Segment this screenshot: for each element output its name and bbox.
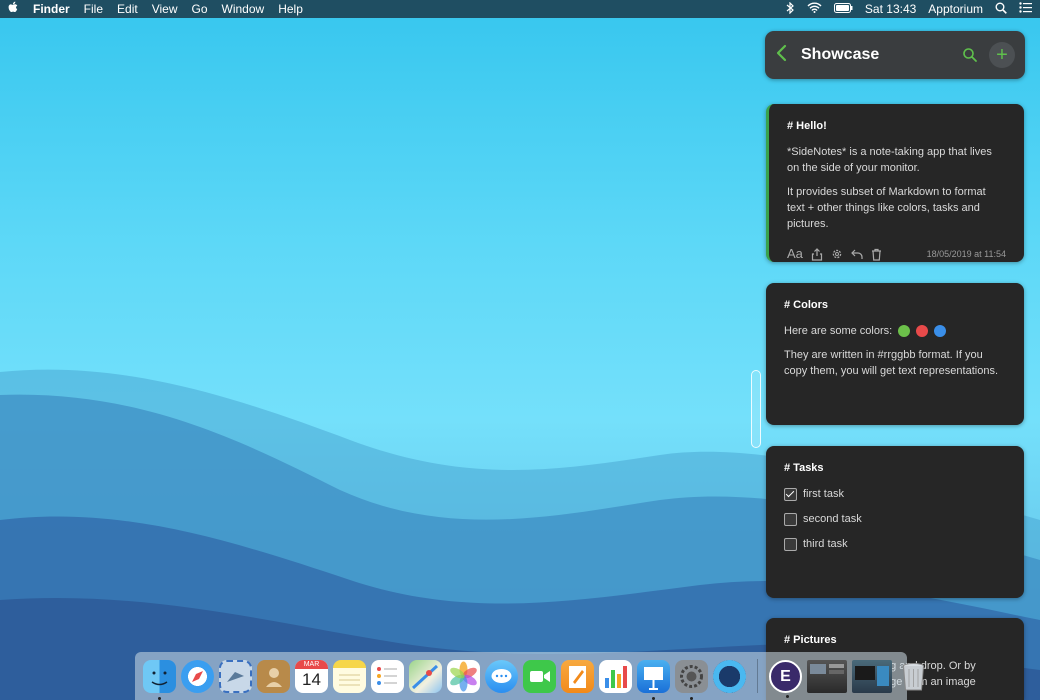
task-checkbox[interactable] (784, 487, 797, 501)
add-note-button[interactable]: + (989, 42, 1015, 68)
running-indicator (786, 694, 789, 698)
colors-intro: Here are some colors: (784, 325, 893, 337)
share-icon[interactable] (811, 247, 823, 261)
color-swatch-red[interactable] (916, 325, 929, 338)
keynote-icon[interactable] (637, 659, 670, 700)
quicktime-icon[interactable] (713, 659, 746, 693)
task-item[interactable]: second task (784, 511, 1006, 527)
note-toolbar: Aa 18/05/2019 at 11:54 (787, 246, 1006, 262)
note-paragraph: It provides subset of Markdown to format… (787, 186, 986, 230)
maps-icon[interactable] (409, 659, 442, 693)
font-format-button[interactable]: Aa (787, 246, 803, 262)
bluetooth-icon[interactable] (786, 1, 795, 17)
screenshot-thumbnail-icon[interactable] (852, 659, 892, 693)
menu-go[interactable]: Go (192, 2, 208, 16)
note-card-colors[interactable]: # Colors Here are some colors: They are … (766, 283, 1024, 425)
e-app-icon[interactable]: E (769, 659, 802, 698)
task-label: second task (803, 513, 862, 525)
menu-view[interactable]: View (152, 2, 178, 16)
dock: MAR 14 E (135, 652, 924, 700)
calendar-month: MAR (295, 659, 328, 669)
menu-help[interactable]: Help (278, 2, 303, 16)
mail-icon[interactable] (219, 659, 252, 693)
panel-drag-handle[interactable] (751, 370, 761, 448)
note-paragraph: Here are some colors: (784, 323, 1006, 339)
gear-icon[interactable] (831, 248, 843, 260)
menu-clock[interactable]: Sat 13:43 (865, 2, 916, 16)
messages-icon[interactable] (485, 659, 518, 693)
apple-menu-icon[interactable] (8, 1, 19, 17)
note-title: # Colors (784, 299, 829, 311)
task-label: first task (803, 488, 844, 500)
numbers-icon[interactable] (599, 659, 632, 693)
battery-icon[interactable] (833, 2, 853, 16)
reminders-icon[interactable] (371, 659, 404, 693)
system-preferences-icon[interactable] (675, 659, 708, 700)
task-checkbox[interactable] (784, 537, 797, 551)
wifi-icon[interactable] (807, 2, 822, 16)
contacts-icon[interactable] (257, 659, 290, 693)
safari-icon[interactable] (181, 659, 214, 693)
note-title: # Tasks (784, 462, 824, 474)
dock-separator (757, 659, 758, 693)
menu-user[interactable]: Apptorium (928, 2, 983, 16)
finder-icon[interactable] (143, 659, 176, 700)
trash-icon[interactable] (897, 660, 930, 693)
menu-app-name[interactable]: Finder (33, 2, 70, 16)
running-indicator (158, 696, 161, 700)
calendar-icon[interactable]: MAR 14 (295, 659, 328, 693)
note-paragraph: *SideNotes* is a note-taking app that li… (787, 146, 992, 174)
task-item[interactable]: first task (784, 486, 1006, 502)
undo-icon[interactable] (851, 249, 863, 260)
calendar-day: 14 (302, 669, 321, 689)
menu-file[interactable]: File (84, 2, 103, 16)
task-item[interactable]: third task (784, 536, 1006, 552)
task-label: third task (803, 538, 848, 550)
menu-window[interactable]: Window (222, 2, 265, 16)
color-swatch-blue[interactable] (934, 325, 947, 338)
notification-center-icon[interactable] (1019, 2, 1032, 16)
photos-icon[interactable] (447, 659, 480, 693)
menu-bar: Finder File Edit View Go Window Help Sat… (0, 0, 1040, 18)
screenshot-thumbnail-icon[interactable] (807, 659, 847, 693)
menu-edit[interactable]: Edit (117, 2, 138, 16)
running-indicator (690, 696, 693, 700)
notes-icon[interactable] (333, 659, 366, 693)
sidenotes-header: Showcase + (765, 31, 1025, 79)
running-indicator (652, 696, 655, 700)
e-app-letter: E (780, 667, 791, 685)
note-timestamp: 18/05/2019 at 11:54 (926, 249, 1006, 259)
back-chevron-icon[interactable] (775, 42, 793, 68)
color-swatch-green[interactable] (898, 325, 911, 338)
note-title: # Hello! (787, 120, 827, 132)
folder-title: Showcase (801, 46, 880, 63)
trash-icon[interactable] (871, 248, 882, 261)
pages-icon[interactable] (561, 659, 594, 693)
note-card-tasks[interactable]: # Tasks first task second task third tas… (766, 446, 1024, 598)
search-icon[interactable] (961, 46, 979, 64)
task-checkbox[interactable] (784, 512, 797, 526)
note-paragraph: They are written in #rrggbb format. If y… (784, 349, 998, 377)
note-card-hello[interactable]: # Hello! *SideNotes* is a note-taking ap… (766, 104, 1024, 262)
facetime-icon[interactable] (523, 659, 556, 693)
note-title: # Pictures (784, 634, 837, 646)
spotlight-icon[interactable] (995, 2, 1007, 17)
